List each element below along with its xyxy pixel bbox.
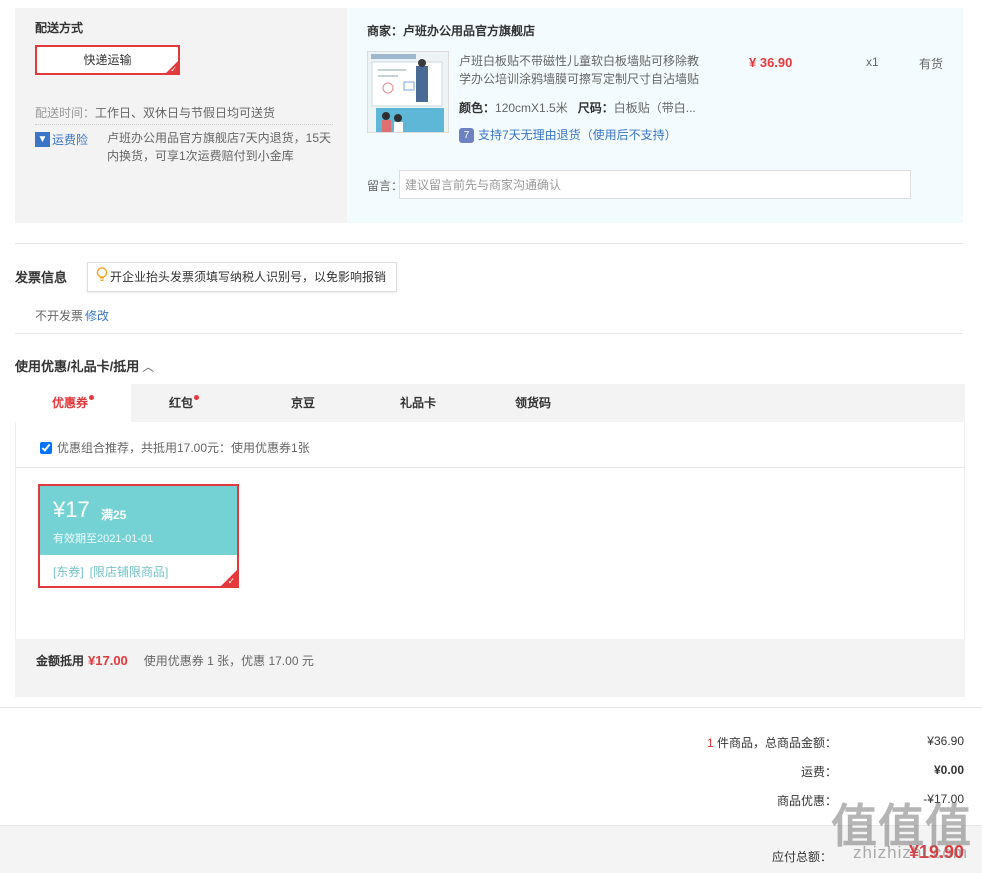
express-shipping-label: 快递运输 <box>83 53 132 67</box>
tab-label: 红包 <box>168 396 193 410</box>
discounts-title: 使用优惠/礼品卡/抵用 <box>15 359 140 374</box>
coupon-tag: [限店铺限商品] <box>89 565 169 579</box>
invoice-edit-link[interactable]: 修改 <box>85 309 109 323</box>
new-dot-badge <box>89 395 94 400</box>
tab-red-envelopes[interactable]: 红包 <box>131 384 237 422</box>
tab-coupons[interactable]: 优惠券 <box>15 384 131 422</box>
deduction-summary: 金额抵用 ¥17.00 使用优惠券 1 张，优惠 17.00 元 <box>36 652 314 669</box>
size-value: 白板贴（带白... <box>613 101 696 115</box>
deduction-desc: 使用优惠券 1 张，优惠 17.00 元 <box>143 654 314 668</box>
coupon-tag: [东券] <box>53 565 84 579</box>
7-day-return-icon: 7 <box>459 128 474 144</box>
discounts-toggle[interactable]: 使用优惠/礼品卡/抵用 ︿ <box>15 356 154 375</box>
shipping-section: 配送方式 快递运输 ✓ 配送时间：工作日、双休日与节假日均可送货 ▼ 运费险 卢班… <box>15 8 963 223</box>
freight-insurance-desc: 卢班办公用品官方旗舰店7天内退货，15天内换货，可享1次运费赔付到小金库 <box>107 131 332 163</box>
tab-label: 领货码 <box>514 396 551 410</box>
invoice-value: 不开发票 <box>35 309 84 323</box>
freight-insurance-label: 运费险 <box>52 133 89 147</box>
shield-icon: ▼ <box>35 132 50 147</box>
deduction-amount: ¥17.00 <box>88 653 128 668</box>
lightbulb-icon <box>96 264 108 292</box>
tab-gift-cards[interactable]: 礼品卡 <box>365 384 471 422</box>
product-name-link[interactable]: 卢班白板贴不带磁性儿童软白板墙贴可移除教学办公培训涂鸦墙膜可擦写定制尺寸自沾墙贴 <box>459 52 709 88</box>
deduction-label: 金额抵用 <box>36 654 85 668</box>
product-attributes: 颜色：120cmX1.5米 尺码：白板贴（带白... <box>459 99 696 116</box>
divider <box>0 707 982 708</box>
summary-count-line: 1 件商品，总商品金额： <box>707 734 837 751</box>
item-count: 1 <box>706 736 714 750</box>
return-policy-text: 支持7天无理由退货（使用后不支持） <box>478 128 677 142</box>
discounts-panel: 优惠券 红包 京豆 礼品卡 领货码 优惠组合推荐，共抵用17.00元：使用优惠券… <box>15 384 965 697</box>
divider <box>35 124 333 125</box>
express-shipping-option[interactable]: 快递运输 ✓ <box>35 45 180 75</box>
discount-tabs: 优惠券 红包 京豆 礼品卡 领货码 <box>15 384 965 422</box>
stock-status: 有货 <box>919 57 944 71</box>
size-label: 尺码： <box>577 101 614 115</box>
delivery-time: 配送时间：工作日、双休日与节假日均可送货 <box>35 104 275 121</box>
invoice-value-row: 不开发票 修改 <box>35 307 109 324</box>
product-image[interactable] <box>367 51 449 133</box>
chevron-up-icon: ︿ <box>142 360 155 374</box>
check-icon: ✓ <box>170 65 177 74</box>
return-policy: 7 支持7天无理由退货（使用后不支持） <box>459 126 677 144</box>
new-dot-badge <box>194 395 199 400</box>
tab-jingdou[interactable]: 京豆 <box>251 384 355 422</box>
product-quantity: x1 <box>866 55 879 69</box>
freight-insurance[interactable]: ▼ 运费险 <box>35 131 88 148</box>
combo-checkbox[interactable] <box>40 442 52 454</box>
coupon-tags: [东券] [限店铺限商品] <box>53 563 174 580</box>
coupons-tab-panel: 优惠组合推荐，共抵用17.00元：使用优惠券1张 ¥17 满25 有效期至202… <box>15 422 965 639</box>
freight-label: 运费： <box>800 765 837 779</box>
invoice-tip-text: 开企业抬头发票须填写纳税人识别号，以免影响报销 <box>110 270 387 284</box>
coupon-header: ¥17 满25 有效期至2021-01-01 <box>40 486 237 555</box>
coupon-card[interactable]: ¥17 满25 有效期至2021-01-01 [东券] [限店铺限商品] ✓ <box>38 484 239 588</box>
tab-label: 优惠券 <box>51 396 88 410</box>
coupon-amount: ¥17 <box>53 497 90 522</box>
shipping-title: 配送方式 <box>35 21 84 35</box>
combo-recommend[interactable]: 优惠组合推荐，共抵用17.00元：使用优惠券1张 <box>40 439 310 456</box>
freight-value: ¥0.00 <box>933 763 964 777</box>
goods-total: ¥36.90 <box>927 734 964 748</box>
payable-label: 应付总额： <box>771 850 832 864</box>
seller-name: 商家：卢班办公用品官方旗舰店 <box>367 22 535 39</box>
tab-redeem-code[interactable]: 领货码 <box>481 384 585 422</box>
coupon-expiry: 有效期至2021-01-01 <box>53 533 154 545</box>
tab-label: 礼品卡 <box>399 396 436 410</box>
discount-label: 商品优惠： <box>776 794 837 808</box>
invoice-title: 发票信息 <box>15 270 68 285</box>
color-value: 120cmX1.5米 <box>495 101 568 115</box>
divider <box>16 467 964 468</box>
invoice-tip: 开企业抬头发票须填写纳税人识别号，以免影响报销 <box>87 262 398 292</box>
product-thumbnail <box>368 52 448 132</box>
seller-value: 卢班办公用品官方旗舰店 <box>403 24 536 38</box>
delivery-time-value: 工作日、双休日与节假日均可送货 <box>95 106 276 120</box>
check-icon: ✓ <box>227 576 235 586</box>
shipping-method-panel: 配送方式 快递运输 ✓ 配送时间：工作日、双休日与节假日均可送货 ▼ 运费险 卢班… <box>15 8 347 223</box>
item-count-label: 件商品，总商品金额： <box>716 736 837 750</box>
watermark-url: zhizhizhi.com <box>852 843 968 862</box>
divider <box>15 333 963 334</box>
coupon-condition: 满25 <box>101 508 127 522</box>
product-price: ¥ 36.90 <box>749 55 793 70</box>
divider <box>15 243 963 244</box>
combo-text: 优惠组合推荐，共抵用17.00元：使用优惠券1张 <box>57 441 310 455</box>
color-label: 颜色： <box>459 101 496 115</box>
remark-label: 留言： <box>367 179 404 193</box>
remark-input[interactable] <box>399 170 911 199</box>
order-items-panel: 商家：卢班办公用品官方旗舰店 卢班白板贴不带磁性儿童软白板墙贴可移除教学办公培训… <box>347 8 963 223</box>
delivery-time-label: 配送时间： <box>35 106 96 120</box>
tab-label: 京豆 <box>290 396 315 410</box>
seller-label: 商家： <box>367 24 404 38</box>
